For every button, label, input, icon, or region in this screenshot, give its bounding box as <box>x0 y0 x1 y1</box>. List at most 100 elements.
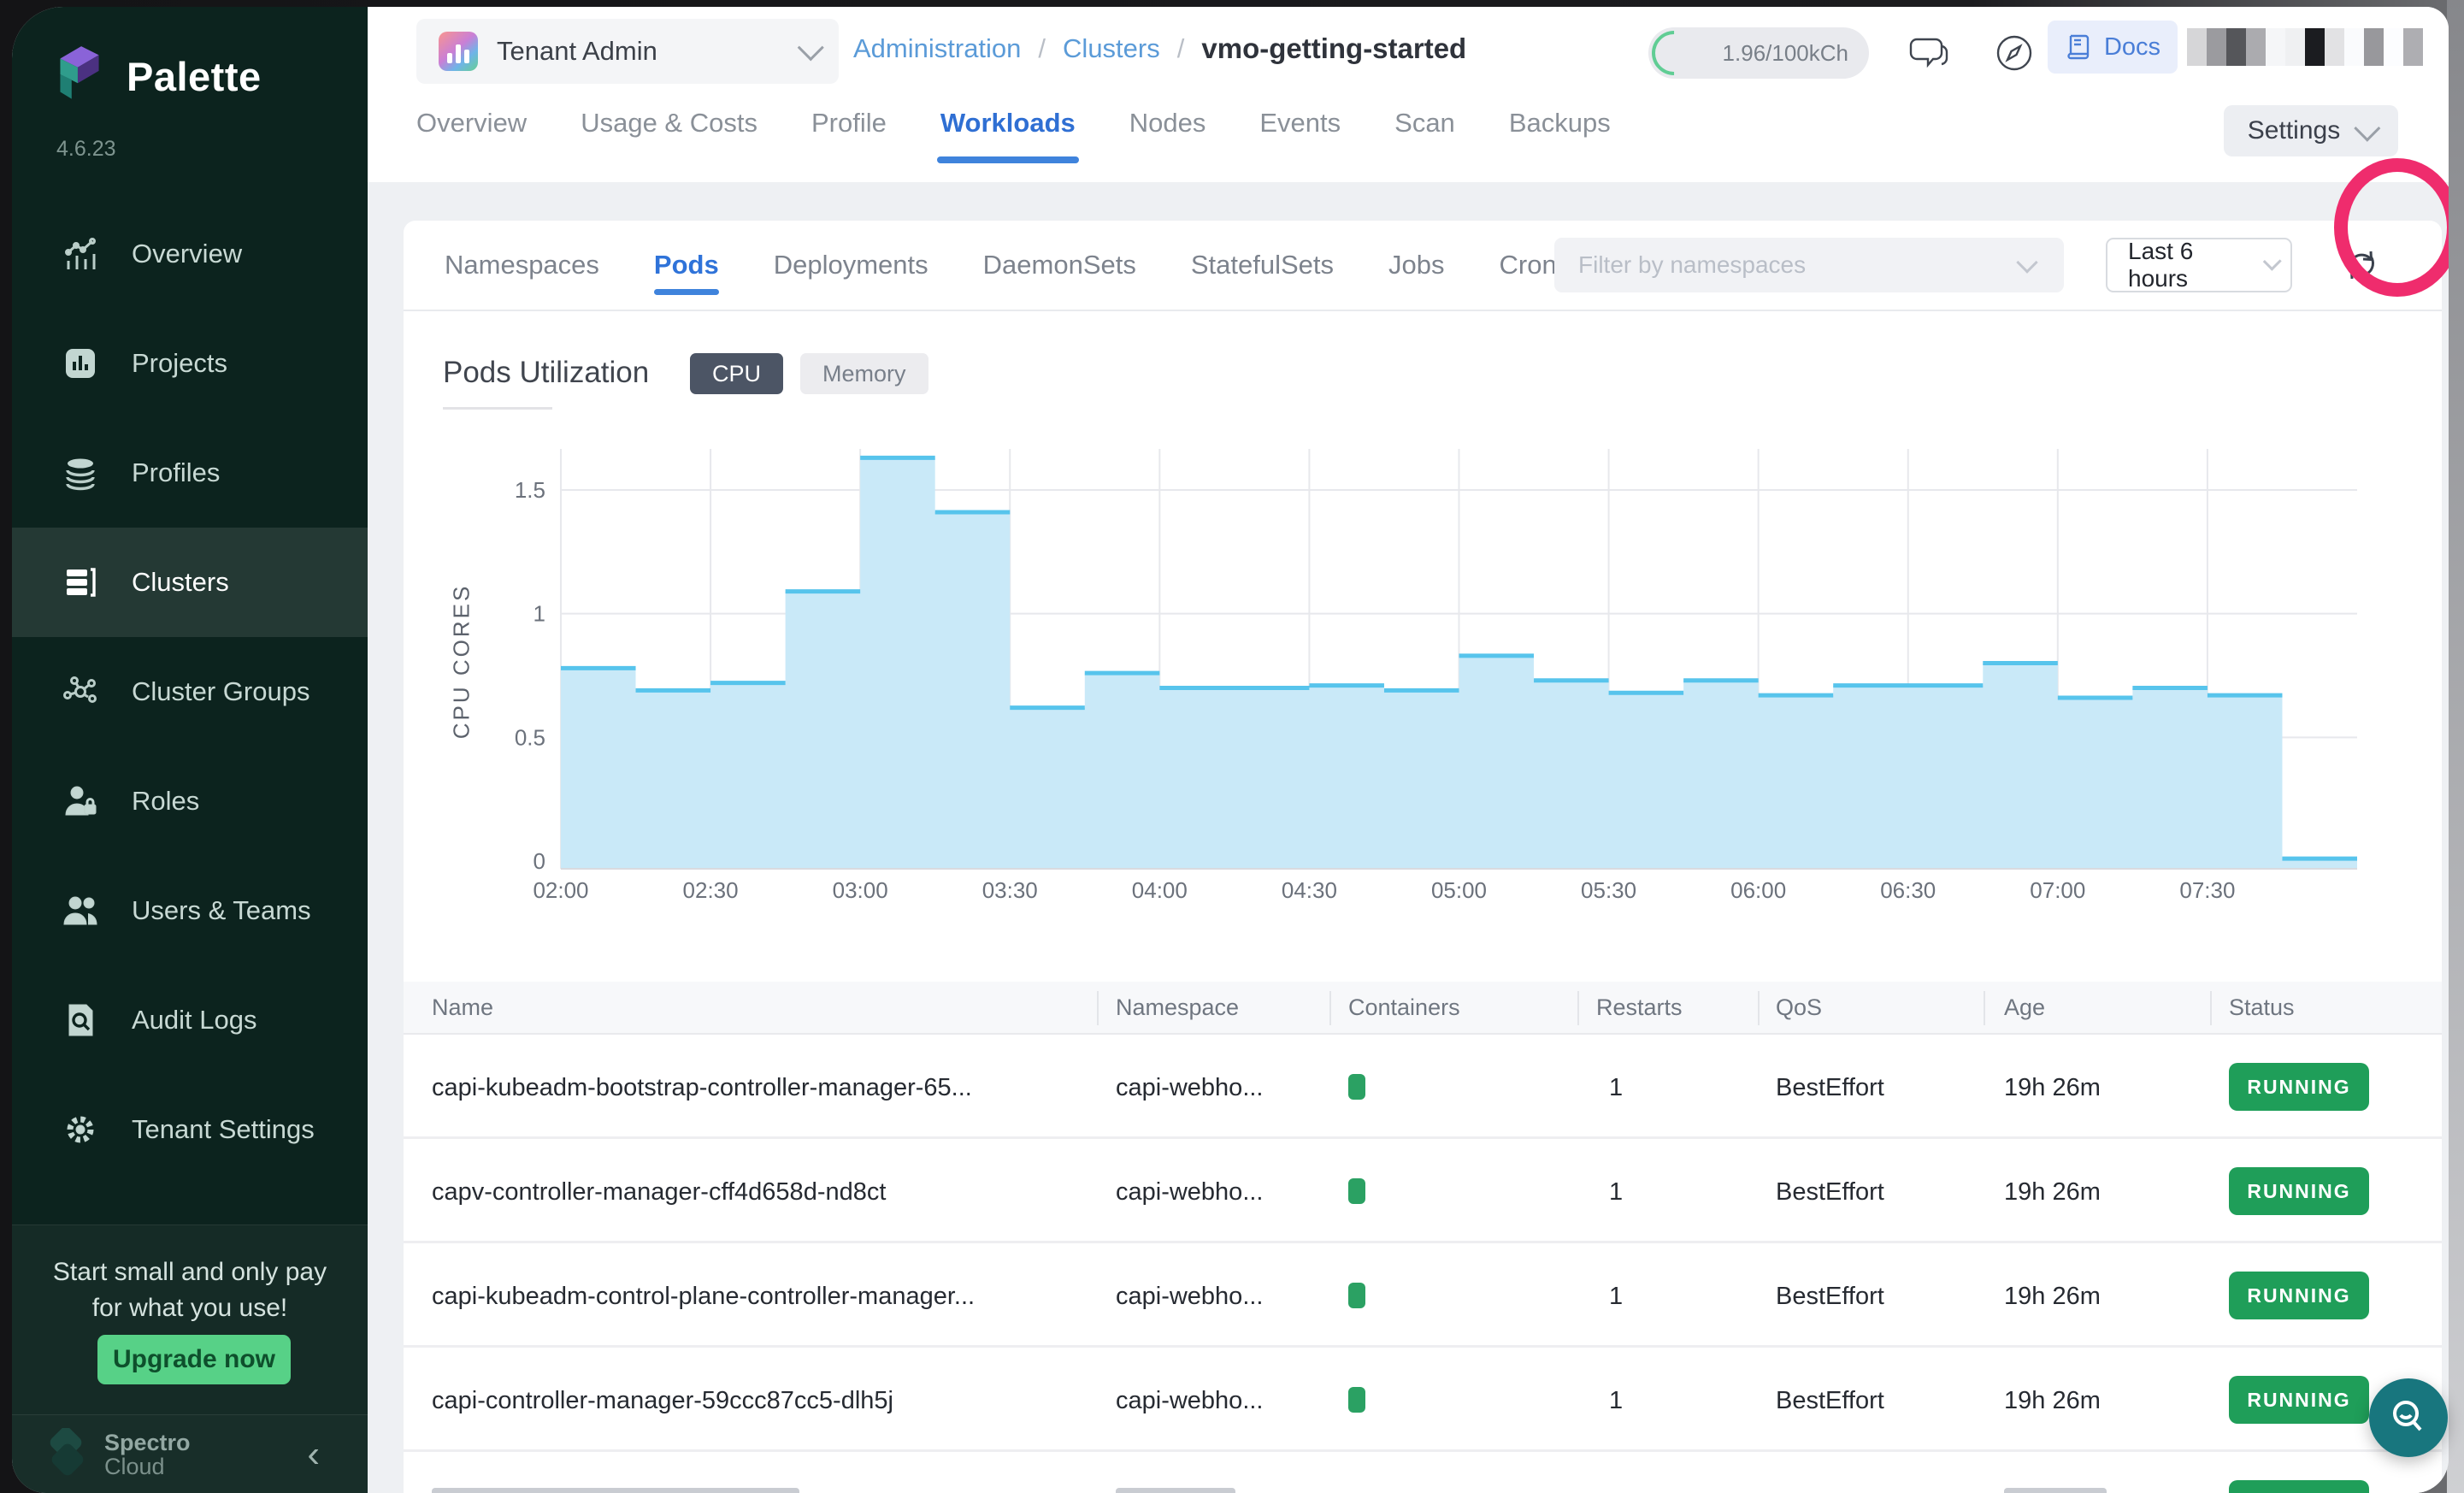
time-range-dropdown[interactable]: Last 6 hours <box>2106 238 2292 292</box>
metric-toggle: CPU Memory <box>690 353 928 394</box>
settings-dropdown-button[interactable]: Settings <box>2224 105 2398 156</box>
subtab-pods[interactable]: Pods <box>654 250 719 280</box>
clipped-text <box>432 1488 799 1493</box>
status-badge: RUNNING <box>2229 1480 2369 1493</box>
status-badge: RUNNING <box>2229 1376 2369 1424</box>
tab-overview[interactable]: Overview <box>416 108 527 145</box>
subtab-jobs[interactable]: Jobs <box>1388 250 1444 280</box>
clusters-icon <box>62 564 99 601</box>
container-status-icon <box>1348 1178 1365 1204</box>
tab-profile[interactable]: Profile <box>811 108 887 145</box>
table-row[interactable]: capi-kubeadm-control-plane-controller-ma… <box>404 1243 2442 1348</box>
tenant-label: Tenant Admin <box>497 36 657 67</box>
upgrade-now-button[interactable]: Upgrade now <box>97 1335 291 1384</box>
desktop-backdrop <box>2447 0 2464 1493</box>
settings-label: Settings <box>2248 116 2340 145</box>
explore-compass-icon[interactable] <box>1990 29 2038 77</box>
app-window: Palette 4.6.23 Overview Projects Profile… <box>12 7 2449 1493</box>
pod-age: 19h 26m <box>2004 1387 2101 1415</box>
chevron-down-icon <box>2354 115 2380 142</box>
svg-text:06:30: 06:30 <box>1880 877 1936 903</box>
main-area: Tenant Admin Administration / Clusters /… <box>368 7 2449 1493</box>
table-row[interactable]: capi-controller-manager-59ccc87cc5-dlh5j… <box>404 1348 2442 1452</box>
svg-text:0: 0 <box>533 848 545 874</box>
table-row-partial[interactable]: RUNNING <box>404 1452 2442 1493</box>
namespace-filter-input[interactable] <box>1554 238 2064 292</box>
search-help-icon <box>2385 1395 2432 1441</box>
brand: Palette <box>53 41 262 111</box>
pod-restarts: 1 <box>1609 1178 1623 1207</box>
svg-text:03:30: 03:30 <box>982 877 1038 903</box>
table-row[interactable]: capv-controller-manager-cff4d658d-nd8ctc… <box>404 1139 2442 1243</box>
feedback-chat-icon[interactable] <box>1905 29 1953 77</box>
users-teams-icon <box>62 892 99 929</box>
footer-brand-bottom: Cloud <box>104 1455 191 1478</box>
status-badge: RUNNING <box>2229 1063 2369 1111</box>
pod-qos: BestEffort <box>1776 1178 1884 1207</box>
cluster-tabs: Overview Usage & Costs Profile Workloads Nod… <box>416 108 1611 145</box>
sidebar-item-profiles[interactable]: Profiles <box>12 418 368 528</box>
tab-events[interactable]: Events <box>1259 108 1341 145</box>
sidebar-item-label: Overview <box>132 239 242 269</box>
pod-namespace: capi-webho... <box>1116 1074 1264 1102</box>
subtab-daemonsets[interactable]: DaemonSets <box>983 250 1136 280</box>
sidebar-item-projects[interactable]: Projects <box>12 309 368 418</box>
spectro-cloud-logo <box>43 1428 91 1481</box>
subtab-deployments[interactable]: Deployments <box>774 250 928 280</box>
sidebar-item-label: Profiles <box>132 457 220 488</box>
svg-text:06:00: 06:00 <box>1730 877 1786 903</box>
cpu-utilization-chart: 02:0002:3003:0003:3004:0004:3005:0005:30… <box>404 426 2442 939</box>
metric-chip-cpu[interactable]: CPU <box>690 353 783 394</box>
sidebar-item-label: Tenant Settings <box>132 1114 315 1145</box>
pod-name: capi-controller-manager-59ccc87cc5-dlh5j <box>432 1387 893 1415</box>
workloads-card: Namespaces Pods Deployments DaemonSets State… <box>404 221 2442 1493</box>
pod-name: capv-controller-manager-cff4d658d-nd8ct <box>432 1178 886 1207</box>
svg-text:03:00: 03:00 <box>833 877 888 903</box>
column-header-qos: QoS <box>1776 994 1822 1021</box>
refresh-button[interactable] <box>2337 241 2385 289</box>
svg-text:02:30: 02:30 <box>683 877 739 903</box>
column-separator <box>1329 991 1331 1025</box>
refresh-icon <box>2337 241 2385 289</box>
sidebar-item-overview[interactable]: Overview <box>12 199 368 309</box>
tab-scan[interactable]: Scan <box>1394 108 1455 145</box>
breadcrumb-link-administration[interactable]: Administration <box>853 33 1021 64</box>
screen: Palette 4.6.23 Overview Projects Profile… <box>0 0 2464 1493</box>
svg-text:04:30: 04:30 <box>1282 877 1337 903</box>
pod-restarts: 1 <box>1609 1074 1623 1102</box>
tenant-icon <box>439 32 478 71</box>
pod-qos: BestEffort <box>1776 1387 1884 1415</box>
clipped-text <box>1116 1488 1235 1493</box>
svg-text:07:00: 07:00 <box>2030 877 2085 903</box>
time-range-label: Last 6 hours <box>2128 238 2249 292</box>
help-beacon-button[interactable] <box>2369 1378 2448 1457</box>
subtab-namespaces[interactable]: Namespaces <box>445 250 599 280</box>
sidebar-item-clusters[interactable]: Clusters <box>12 528 368 637</box>
chevron-down-icon <box>2263 252 2282 271</box>
sidebar-item-roles[interactable]: Roles <box>12 746 368 856</box>
metric-chip-memory[interactable]: Memory <box>800 353 928 394</box>
tab-backups[interactable]: Backups <box>1509 108 1611 145</box>
breadcrumb-link-clusters[interactable]: Clusters <box>1063 33 1160 64</box>
tab-usage-costs[interactable]: Usage & Costs <box>581 108 757 145</box>
sidebar: Palette 4.6.23 Overview Projects Profile… <box>12 7 368 1493</box>
docs-button[interactable]: Docs <box>2048 21 2178 74</box>
sidebar-item-tenant-settings[interactable]: Tenant Settings <box>12 1075 368 1184</box>
column-header-namespace: Namespace <box>1116 994 1239 1021</box>
sidebar-item-cluster-groups[interactable]: Cluster Groups <box>12 637 368 746</box>
subtab-statefulsets[interactable]: StatefulSets <box>1191 250 1334 280</box>
tenant-settings-icon <box>62 1111 99 1148</box>
sidebar-item-users-teams[interactable]: Users & Teams <box>12 856 368 965</box>
sidebar-item-audit-logs[interactable]: Audit Logs <box>12 965 368 1075</box>
pod-namespace: capi-webho... <box>1116 1387 1264 1415</box>
pod-qos: BestEffort <box>1776 1074 1884 1102</box>
table-row[interactable]: capi-kubeadm-bootstrap-controller-manage… <box>404 1035 2442 1139</box>
container-status-icon <box>1348 1074 1365 1100</box>
cluster-groups-icon <box>62 673 99 711</box>
sidebar-item-label: Users & Teams <box>132 895 311 926</box>
tab-workloads[interactable]: Workloads <box>940 108 1076 145</box>
collapse-sidebar-icon[interactable]: ‹ <box>307 1436 320 1473</box>
tab-nodes[interactable]: Nodes <box>1129 108 1206 145</box>
audit-logs-icon <box>62 1001 99 1039</box>
tenant-scope-dropdown[interactable]: Tenant Admin <box>416 19 839 84</box>
